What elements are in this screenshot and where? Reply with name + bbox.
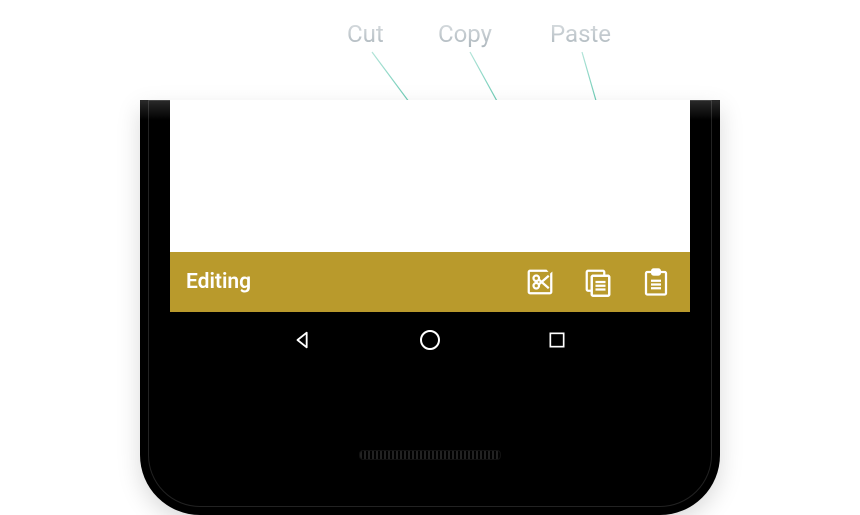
paste-icon[interactable] bbox=[638, 264, 674, 300]
home-button[interactable] bbox=[416, 326, 444, 354]
toolbar-title: Editing bbox=[186, 270, 500, 294]
callout-paste: Paste bbox=[550, 20, 611, 48]
phone-speaker bbox=[359, 450, 501, 460]
back-button[interactable] bbox=[289, 326, 317, 354]
copy-icon[interactable] bbox=[580, 264, 616, 300]
callout-layer: Cut Copy Paste bbox=[0, 20, 860, 60]
cut-icon[interactable] bbox=[522, 264, 558, 300]
system-navbar bbox=[170, 312, 690, 367]
phone-screen: Editing bbox=[170, 100, 690, 367]
callout-copy: Copy bbox=[438, 20, 492, 48]
callout-cut: Cut bbox=[347, 20, 384, 48]
phone-frame: Editing bbox=[140, 100, 720, 515]
overview-button[interactable] bbox=[543, 326, 571, 354]
editing-toolbar: Editing bbox=[170, 252, 690, 312]
